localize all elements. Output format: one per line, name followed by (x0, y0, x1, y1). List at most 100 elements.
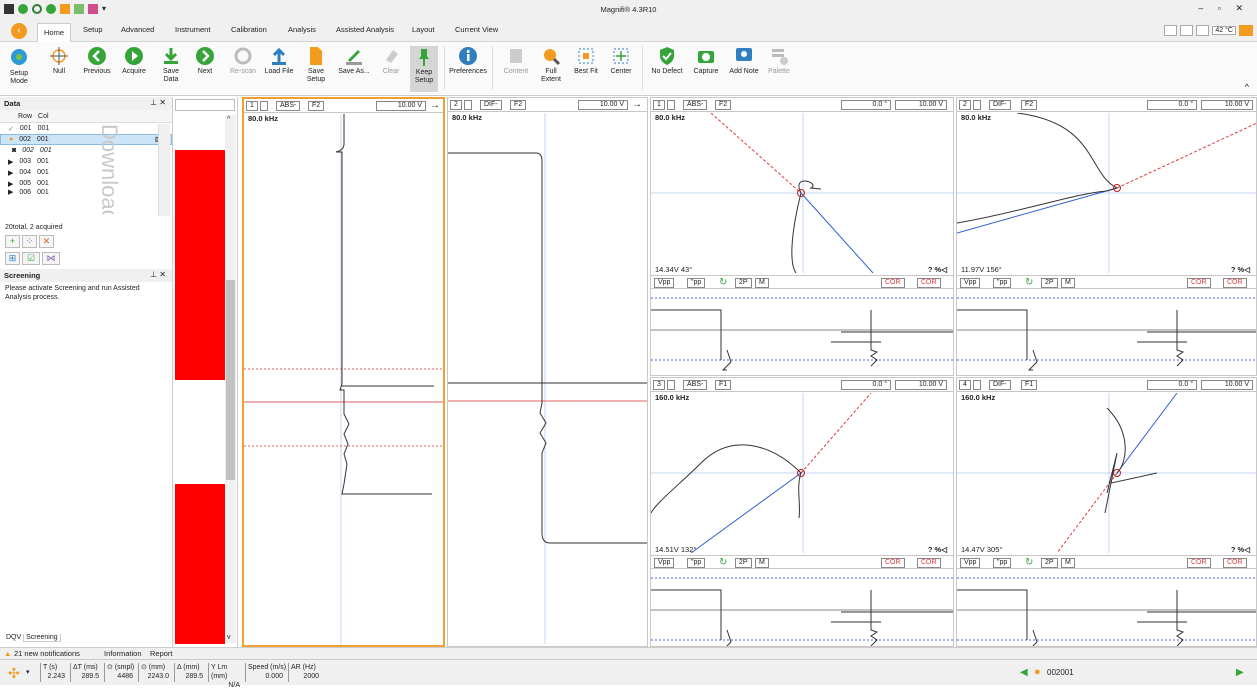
collapse-ribbon-icon[interactable]: ^ (1245, 82, 1249, 92)
pp-select[interactable]: "pp (993, 278, 1012, 288)
tab-screening[interactable]: Screening (23, 634, 61, 642)
lissajous-panel-3[interactable]: 3 ABS- F1 0.0 ° 10.00 V 160.0 kHz 14.51V… (650, 377, 954, 647)
check-filter-icon[interactable]: ☑ (22, 252, 40, 265)
volt-select[interactable]: 10.00 V (1201, 100, 1253, 110)
record-next-icon[interactable]: ▶ (1236, 667, 1244, 678)
refresh-icon[interactable]: ↻ (1025, 557, 1033, 568)
next-button[interactable]: Next (194, 46, 216, 76)
best-fit-button[interactable]: Best Fit (570, 46, 602, 76)
pp-select[interactable]: "pp (993, 558, 1012, 568)
strip-overview[interactable]: ^ v (173, 97, 238, 647)
pp-select[interactable]: "pp (687, 558, 706, 568)
keep-setup-button[interactable]: Keep Setup (410, 46, 438, 92)
rescan-button[interactable]: Re-scan (228, 46, 258, 76)
back-icon[interactable]: ‹ (11, 23, 27, 39)
angle-select[interactable]: 0.0 ° (841, 100, 891, 110)
volt-select[interactable]: 10.00 V (895, 380, 947, 390)
tab-advanced[interactable]: Advanced (121, 25, 154, 34)
tab-instrument[interactable]: Instrument (175, 25, 210, 34)
channel-select[interactable]: 1 (246, 101, 258, 111)
tab-home[interactable]: Home (37, 23, 72, 42)
cor-button[interactable]: COR (881, 558, 905, 568)
refresh-icon[interactable]: ↻ (1025, 277, 1033, 288)
cor-button-2[interactable]: COR (1223, 558, 1247, 568)
strip-chart-1[interactable]: 1 ABS- F2 10.00 V → 80.0 kHz (242, 97, 445, 647)
move-dropdown-icon[interactable]: ▾ (26, 668, 30, 676)
overview-field[interactable] (175, 99, 235, 111)
tab-dqv[interactable]: DQV (6, 634, 21, 641)
cor-button-2[interactable]: COR (1223, 278, 1247, 288)
mode-select[interactable]: ABS- (683, 100, 708, 110)
record-prev-icon[interactable]: ◀ (1020, 667, 1028, 678)
vpp-select[interactable]: Vpp (654, 558, 675, 568)
vpp-select[interactable]: Vpp (960, 558, 981, 568)
tab-analysis[interactable]: Analysis (288, 25, 316, 34)
window-controls[interactable]: – ▫ ✕ (1198, 3, 1249, 14)
load-file-button[interactable]: Load File (262, 46, 296, 76)
channel-sub-select[interactable] (973, 100, 981, 110)
angle-select[interactable]: 0.0 ° (841, 380, 891, 390)
channel-select[interactable]: 1 (653, 100, 665, 110)
cor-button-2[interactable]: COR (917, 558, 941, 568)
mode-select[interactable]: DIF- (989, 380, 1011, 390)
freq-select[interactable]: F2 (308, 101, 325, 111)
add-icon[interactable]: + (5, 235, 20, 248)
mode-select[interactable]: DIF- (989, 100, 1011, 110)
scroll-down-icon[interactable]: v (227, 634, 231, 641)
merge-icon[interactable]: ⋈ (42, 252, 60, 265)
notification-text[interactable]: 21 new notifications (14, 649, 80, 658)
2p-button[interactable]: 2P (1041, 558, 1058, 568)
save-as-button[interactable]: Save As... (336, 46, 372, 76)
m-button[interactable]: M (1061, 278, 1075, 288)
tab-assisted-analysis[interactable]: Assisted Analysis (336, 25, 394, 34)
vpp-select[interactable]: Vpp (654, 278, 675, 288)
cor-button[interactable]: COR (1187, 278, 1211, 288)
2p-button[interactable]: 2P (735, 278, 752, 288)
split-icon[interactable]: ⁘ (22, 235, 37, 248)
cor-button[interactable]: COR (881, 278, 905, 288)
palette-button[interactable]: Palette (766, 46, 792, 76)
arrow-right-icon[interactable]: → (430, 100, 440, 111)
freq-select[interactable]: F2 (510, 100, 527, 110)
volt-select[interactable]: 10.00 V (1201, 380, 1253, 390)
volt-select[interactable]: 10.00 V (376, 101, 426, 111)
tab-setup[interactable]: Setup (83, 25, 103, 34)
scroll-up-icon[interactable]: ^ (227, 116, 230, 123)
2p-button[interactable]: 2P (1041, 278, 1058, 288)
channel-sub-select[interactable] (973, 380, 981, 390)
pp-select[interactable]: "pp (687, 278, 706, 288)
mode-select[interactable]: DIF- (480, 100, 502, 110)
freq-select[interactable]: F2 (715, 100, 732, 110)
move-icon[interactable]: ✣ (8, 665, 20, 682)
clear-button[interactable]: Clear (380, 46, 402, 76)
tab-current-view[interactable]: Current View (455, 25, 498, 34)
channel-select[interactable]: 4 (959, 380, 971, 390)
information-link[interactable]: Information (104, 649, 142, 658)
channel-sub-select[interactable] (260, 101, 268, 111)
cor-button-2[interactable]: COR (917, 278, 941, 288)
acquire-button[interactable]: Acquire (118, 46, 150, 76)
channel-select[interactable]: 2 (959, 100, 971, 110)
freq-select[interactable]: F1 (1021, 380, 1038, 390)
preferences-button[interactable]: Preferences (448, 46, 488, 76)
null-button[interactable]: Null (46, 46, 72, 76)
full-extent-button[interactable]: Full Extent (538, 46, 564, 84)
m-button[interactable]: M (755, 558, 769, 568)
panel-controls[interactable]: ⊥ ✕ (150, 270, 166, 279)
channel-sub-select[interactable] (667, 380, 675, 390)
mode-select[interactable]: ABS- (276, 101, 301, 111)
vpp-select[interactable]: Vpp (960, 278, 981, 288)
freq-select[interactable]: F1 (715, 380, 732, 390)
volt-select[interactable]: 10.00 V (578, 100, 628, 110)
refresh-icon[interactable]: ↻ (719, 277, 727, 288)
angle-select[interactable]: 0.0 ° (1147, 100, 1197, 110)
save-data-button[interactable]: Save Data (160, 46, 182, 84)
save-setup-button[interactable]: Save Setup (304, 46, 328, 84)
freq-select[interactable]: F2 (1021, 100, 1038, 110)
m-button[interactable]: M (1061, 558, 1075, 568)
panel-controls[interactable]: ⊥ ✕ (150, 98, 166, 107)
arrow-right-icon[interactable]: → (632, 99, 642, 110)
volt-select[interactable]: 10.00 V (895, 100, 947, 110)
previous-button[interactable]: Previous (80, 46, 114, 76)
channel-sub-select[interactable] (667, 100, 675, 110)
